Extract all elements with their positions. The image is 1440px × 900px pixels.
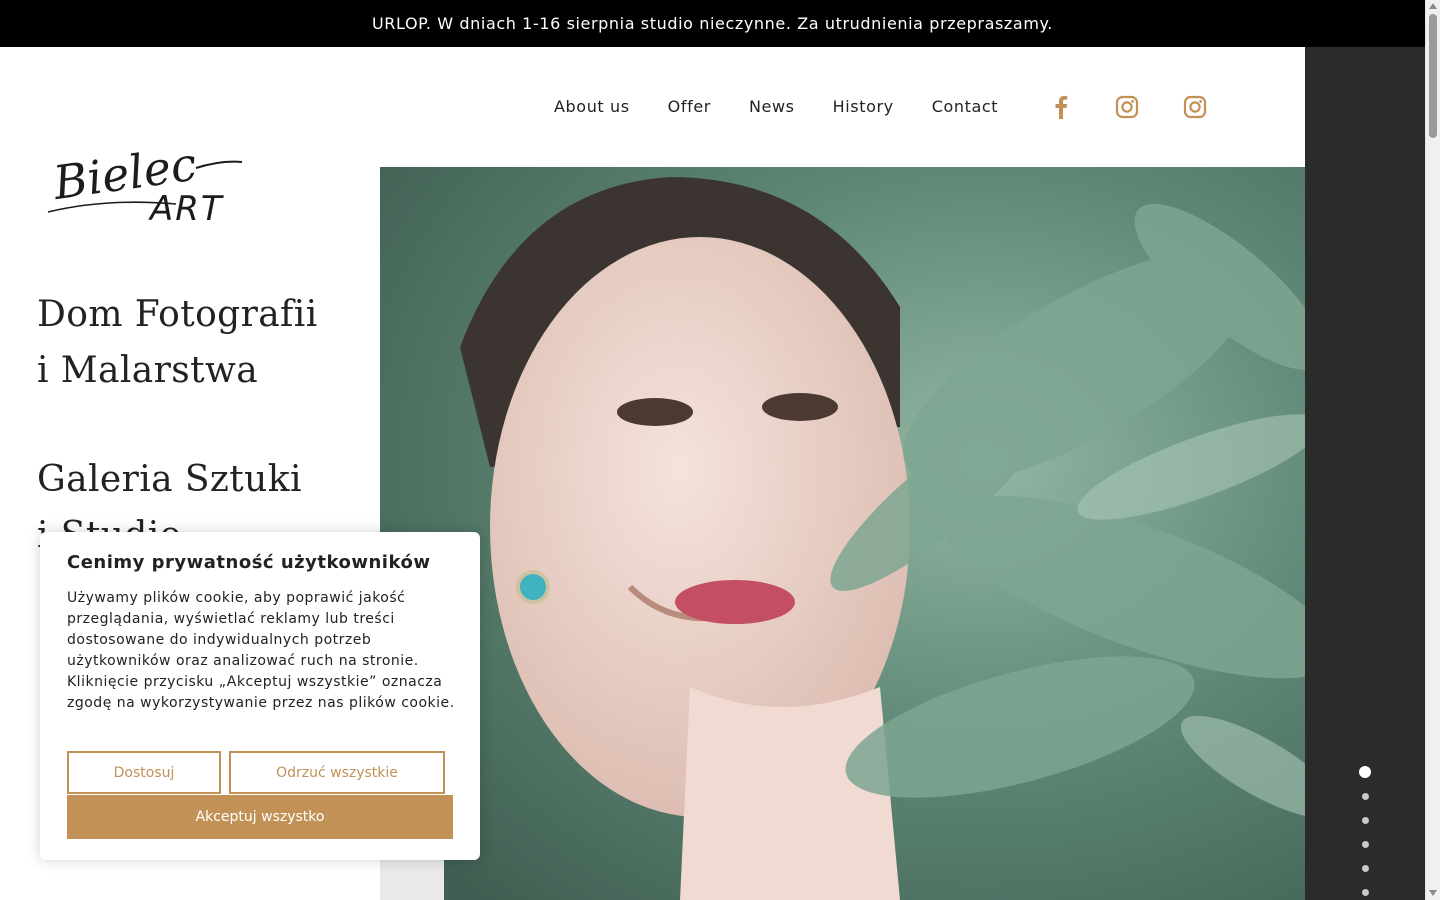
instagram-icon[interactable] — [1182, 94, 1208, 120]
nav-item-offer[interactable]: Offer — [668, 97, 711, 116]
slider-dot-1[interactable] — [1359, 766, 1371, 778]
subtitle-line-1: Galeria Sztuki — [37, 459, 302, 500]
nav-item-history[interactable]: History — [833, 97, 894, 116]
title-line-2: i Malarstwa — [37, 350, 259, 391]
cookie-description: Używamy plików cookie, aby poprawić jako… — [67, 590, 455, 711]
site-logo[interactable]: Bielec ART — [46, 137, 246, 229]
announcement-bar: URLOP. W dniach 1-16 sierpnia studio nie… — [0, 0, 1425, 47]
scrollbar[interactable] — [1425, 0, 1440, 900]
slider-dot-4[interactable] — [1361, 841, 1369, 848]
nav-item-contact[interactable]: Contact — [932, 97, 998, 116]
nav-item-about[interactable]: About us — [554, 97, 630, 116]
reject-all-button[interactable]: Odrzuć wszystkie — [229, 751, 445, 794]
hero-image — [380, 167, 1305, 900]
slider-dot-5[interactable] — [1361, 865, 1369, 872]
slider-dots — [1357, 766, 1373, 900]
slider-dot-3[interactable] — [1361, 817, 1369, 824]
customize-button[interactable]: Dostosuj — [67, 751, 221, 794]
scroll-down-icon[interactable] — [1429, 890, 1437, 896]
slider-dot-2[interactable] — [1361, 793, 1369, 800]
slider-dot-6[interactable] — [1361, 889, 1369, 896]
page-title: Dom Fotografii i Malarstwa — [37, 287, 318, 399]
instagram-icon[interactable] — [1114, 94, 1140, 120]
hero-corner-patch — [380, 855, 444, 900]
announcement-text: URLOP. W dniach 1-16 sierpnia studio nie… — [372, 14, 1053, 33]
nav-item-news[interactable]: News — [749, 97, 795, 116]
main-nav: About us Offer News History Contact — [554, 92, 998, 120]
portrait-illustration — [380, 167, 1305, 900]
accept-all-button[interactable]: Akceptuj wszystko — [67, 795, 453, 839]
title-line-1: Dom Fotografii — [37, 294, 318, 335]
svg-text:ART: ART — [148, 189, 224, 226]
scroll-up-icon[interactable] — [1429, 3, 1437, 9]
cookie-consent-dialog: Cenimy prywatność użytkowników Używamy p… — [40, 532, 480, 860]
scroll-thumb[interactable] — [1429, 14, 1437, 138]
facebook-icon[interactable] — [1048, 94, 1074, 120]
cookie-title: Cenimy prywatność użytkowników — [67, 552, 431, 573]
